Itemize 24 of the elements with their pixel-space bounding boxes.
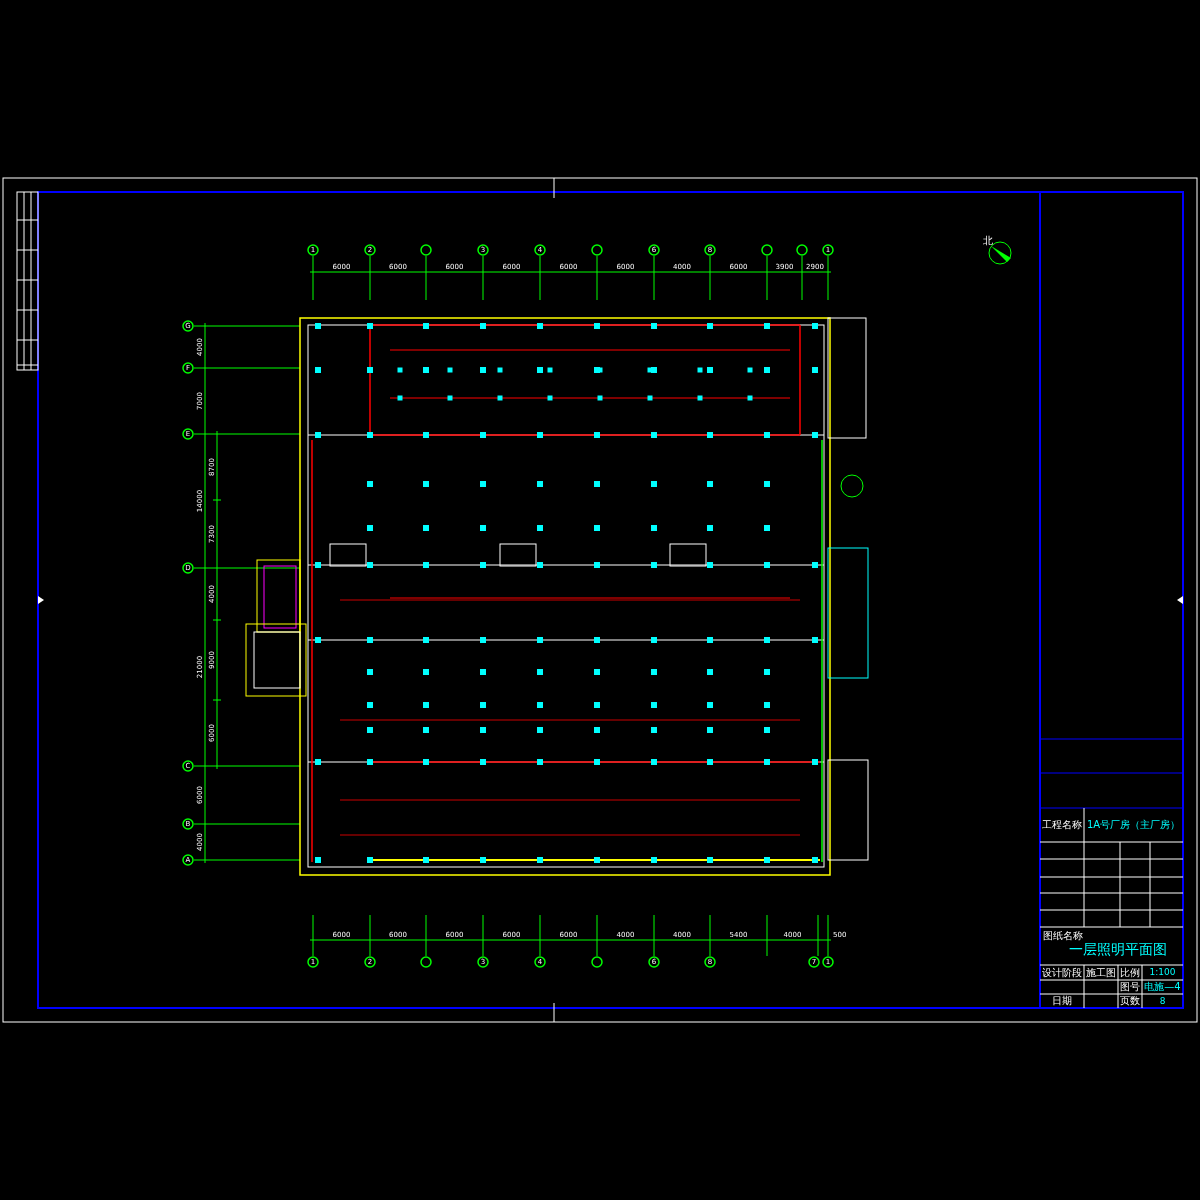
axis-bubble [420,956,432,968]
north-label: 北 [983,235,993,246]
field-label: 页数 [1120,995,1140,1006]
field-value: 8 [1159,995,1166,1006]
field-label: 图纸名称 [1043,930,1083,941]
field-label: 图号 [1120,981,1140,992]
axis-bubble [420,244,432,256]
axis-bubble [796,244,808,256]
axis-bubble [761,244,773,256]
center-mark [38,596,44,604]
center-mark [553,177,555,199]
field-label: 比例 [1120,966,1140,978]
project-name: 1A号厂房（主厂房） [1086,819,1181,830]
axis-bubble [591,244,603,256]
field-value: 1:100 [1149,967,1176,977]
field-value: 电施—4 [1144,981,1181,992]
field-label: 设计阶段 [1042,966,1082,978]
field-label: 日期 [1052,995,1072,1006]
field-label: 工程名称 [1042,819,1082,830]
center-mark [1177,596,1183,604]
center-mark [553,1002,555,1023]
drawing-title: 一层照明平面图 [1069,941,1167,957]
axis-bubble [591,956,603,968]
field-value: 施工图 [1086,966,1116,978]
